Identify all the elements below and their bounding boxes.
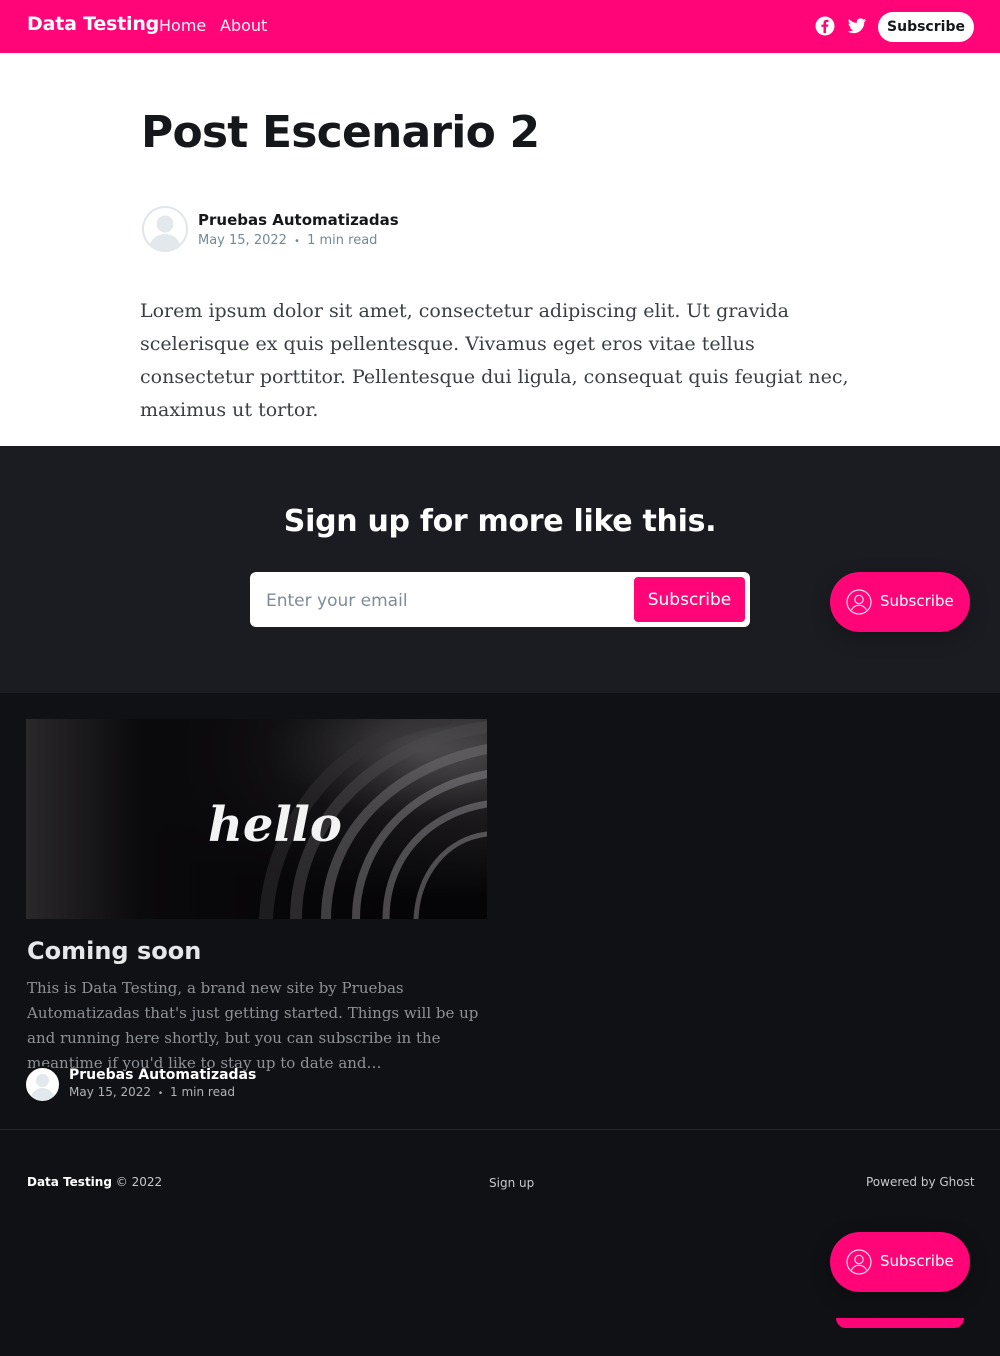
site-brand-link[interactable]: Data Testing <box>27 13 159 35</box>
post-card-image-text: hello <box>208 797 342 853</box>
site-header: Data Testing Home About Subscribe <box>0 0 1000 53</box>
read-time: 1 min read <box>307 233 378 248</box>
signup-subscribe-button[interactable]: Subscribe <box>634 577 745 622</box>
post-card-author[interactable]: Pruebas Automatizadas <box>69 1067 256 1083</box>
post-card-date: May 15, 2022 <box>69 1085 152 1099</box>
post-card-meta: May 15, 2022 • 1 min read <box>69 1085 235 1099</box>
meta-separator: • <box>294 236 300 247</box>
portal-button-edge <box>836 1318 964 1328</box>
avatar-placeholder-icon[interactable] <box>24 1066 61 1103</box>
post-date: May 15, 2022 <box>198 233 287 248</box>
header-subscribe-button[interactable]: Subscribe <box>878 12 974 42</box>
post-title: Post Escenario 2 <box>141 107 540 158</box>
post-card-title[interactable]: Coming soon <box>27 937 201 965</box>
author-name[interactable]: Pruebas Automatizadas <box>198 211 399 229</box>
hello-image: hello <box>26 719 487 919</box>
member-icon <box>846 589 872 615</box>
avatar-placeholder-icon[interactable] <box>142 206 188 252</box>
twitter-icon[interactable] <box>847 16 867 36</box>
portal-subscribe-label: Subscribe <box>880 592 954 610</box>
signup-section: Sign up for more like this. Subscribe <box>0 446 1000 693</box>
post-content: Lorem ipsum dolor sit amet, consectetur … <box>140 300 849 421</box>
post-feed: hello Coming soon This is Data Testing, … <box>0 693 1000 1129</box>
post-card-excerpt[interactable]: This is Data Testing, a brand new site b… <box>27 976 492 1076</box>
email-input[interactable] <box>264 582 628 619</box>
signup-form: Subscribe <box>250 572 750 627</box>
post-card-image[interactable]: hello <box>26 719 487 919</box>
portal-subscribe-button[interactable]: Subscribe <box>830 1232 970 1292</box>
footer-signup-link[interactable]: Sign up <box>489 1176 534 1190</box>
footer-copyright: Data Testing © 2022 <box>27 1175 162 1189</box>
nav-link-home[interactable]: Home <box>159 16 206 35</box>
nav-link-about[interactable]: About <box>220 16 267 35</box>
portal-subscribe-button[interactable]: Subscribe <box>830 572 970 632</box>
signup-title: Sign up for more like this. <box>283 504 717 539</box>
copyright-year: © 2022 <box>115 1175 163 1189</box>
post-meta: May 15, 2022 • 1 min read <box>198 233 377 248</box>
powered-by-ghost-link[interactable]: Powered by Ghost <box>866 1175 975 1189</box>
facebook-icon[interactable] <box>815 16 835 36</box>
meta-separator: • <box>157 1089 164 1099</box>
portal-subscribe-label: Subscribe <box>880 1252 954 1270</box>
article: Post Escenario 2 Pruebas Automatizadas M… <box>0 53 1000 446</box>
footer-brand-link[interactable]: Data Testing <box>27 1175 112 1189</box>
member-icon <box>846 1249 872 1275</box>
post-card-read-time: 1 min read <box>170 1085 235 1099</box>
